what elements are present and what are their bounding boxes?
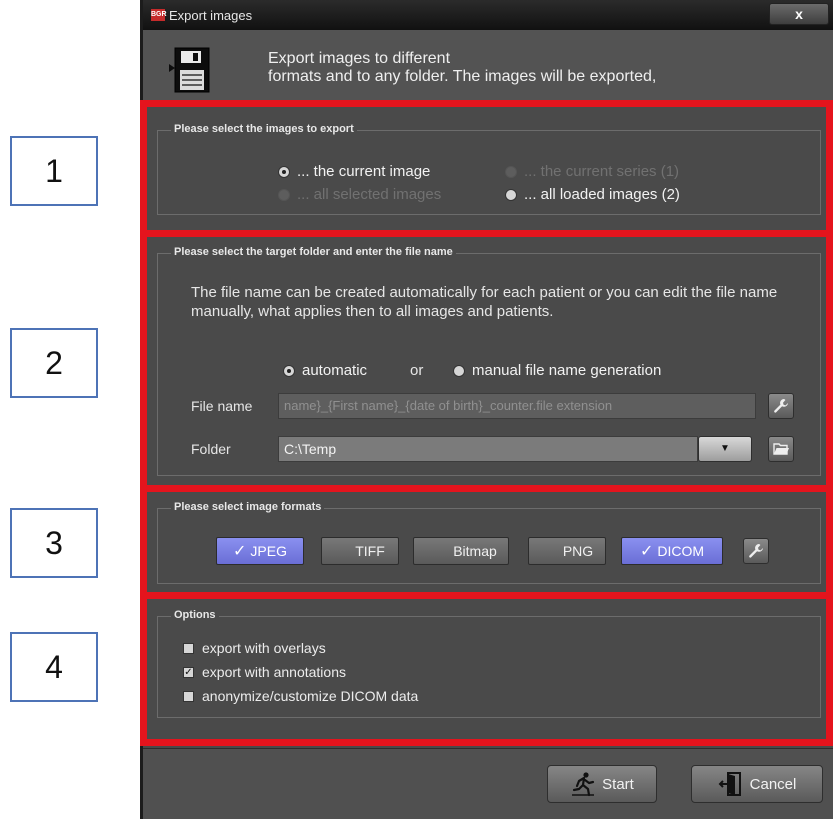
format-png-toggle[interactable]: PNG <box>528 537 606 565</box>
radio-manual[interactable]: manual file name generation <box>453 362 661 379</box>
header-line-1: Export images to different <box>268 50 451 67</box>
radio-label: ... all selected images <box>297 186 442 203</box>
checkbox-indicator: ✓ <box>183 666 194 678</box>
checkbox-indicator <box>183 690 194 702</box>
folder-input[interactable]: C:\Temp <box>278 436 698 462</box>
checkbox-label: anonymize/customize DICOM data <box>202 688 419 704</box>
checkbox-export-annotations[interactable]: ✓ export with annotations <box>183 664 346 680</box>
floppy-disk-icon <box>169 47 210 93</box>
radio-all-loaded-images[interactable]: ... all loaded images (2) <box>505 186 680 203</box>
callout-4: 4 <box>10 632 98 702</box>
radio-automatic[interactable]: automatic <box>283 362 367 379</box>
checkbox-label: export with annotations <box>202 664 346 680</box>
format-label: JPEG <box>250 543 287 559</box>
checkmark-icon: ✓ <box>639 543 654 560</box>
radio-indicator <box>505 165 517 178</box>
radio-label: ... all loaded images (2) <box>524 186 680 203</box>
title-bar[interactable]: BGR Export images x <box>143 0 833 30</box>
images-to-export-group <box>157 130 821 215</box>
folder-dropdown-button[interactable]: ▼ <box>698 436 752 462</box>
file-name-input[interactable]: name}_{First name}_{date of birth}_count… <box>278 393 756 419</box>
radio-label: ... the current image <box>297 163 431 180</box>
start-label: Start <box>602 775 634 793</box>
format-label: PNG <box>562 543 594 559</box>
or-label: or <box>410 362 424 379</box>
radio-label: ... the current series (1) <box>524 163 680 180</box>
wrench-icon <box>774 399 788 413</box>
format-label: Bitmap <box>453 543 497 559</box>
radio-current-image[interactable]: ... the current image <box>278 163 430 180</box>
checkbox-export-overlays[interactable]: export with overlays <box>183 640 326 656</box>
callout-3: 3 <box>10 508 98 578</box>
file-name-settings-button[interactable] <box>768 393 794 419</box>
checkbox-anonymize-dicom[interactable]: anonymize/customize DICOM data <box>183 688 418 704</box>
format-dicom-toggle[interactable]: ✓ DICOM <box>621 537 723 565</box>
format-settings-button[interactable] <box>743 538 769 564</box>
close-button[interactable]: x <box>769 3 829 25</box>
radio-indicator <box>505 188 517 201</box>
header-line-2: formats and to any folder. The images wi… <box>268 68 657 85</box>
folder-label: Folder <box>191 441 231 457</box>
header-description: Export images to different formats and t… <box>268 50 808 86</box>
callout-2: 2 <box>10 328 98 398</box>
radio-all-selected-images[interactable]: ... all selected images <box>278 186 441 203</box>
format-label: TIFF <box>355 543 385 559</box>
file-name-label: File name <box>191 398 253 414</box>
format-tiff-toggle[interactable]: TIFF <box>321 537 399 565</box>
export-images-dialog: BGR Export images x Export images to dif… <box>140 0 833 819</box>
format-jpeg-toggle[interactable]: ✓ JPEG <box>216 537 304 565</box>
radio-current-series[interactable]: ... the current series (1) <box>505 163 679 180</box>
radio-indicator <box>278 188 290 201</box>
exit-door-icon <box>718 772 741 796</box>
chevron-down-icon: ▼ <box>720 443 730 454</box>
images-to-export-title: Please select the images to export <box>171 123 357 135</box>
cancel-button[interactable]: Cancel <box>691 765 823 803</box>
format-label: DICOM <box>657 543 705 559</box>
folder-open-icon <box>773 443 789 455</box>
window-title: Export images <box>169 8 253 23</box>
target-folder-title: Please select the target folder and ente… <box>171 246 456 258</box>
callout-1: 1 <box>10 136 98 206</box>
radio-indicator <box>278 165 290 178</box>
radio-label: automatic <box>302 362 368 379</box>
radio-label: manual file name generation <box>472 362 662 379</box>
radio-indicator <box>453 364 465 377</box>
file-name-description: The file name can be created automatical… <box>191 284 778 320</box>
app-logo-icon: BGR <box>151 9 167 21</box>
format-bitmap-toggle[interactable]: Bitmap <box>413 537 509 565</box>
options-title: Options <box>171 609 219 621</box>
browse-folder-button[interactable] <box>768 436 794 462</box>
running-man-icon <box>572 772 595 797</box>
cancel-label: Cancel <box>749 775 797 793</box>
checkbox-label: export with overlays <box>202 640 326 656</box>
start-button[interactable]: Start <box>547 765 657 803</box>
checkmark-icon: ✓ <box>233 543 247 560</box>
checkbox-indicator <box>183 642 194 654</box>
wrench-icon <box>749 544 763 558</box>
image-formats-title: Please select image formats <box>171 501 325 513</box>
radio-indicator <box>283 364 295 377</box>
